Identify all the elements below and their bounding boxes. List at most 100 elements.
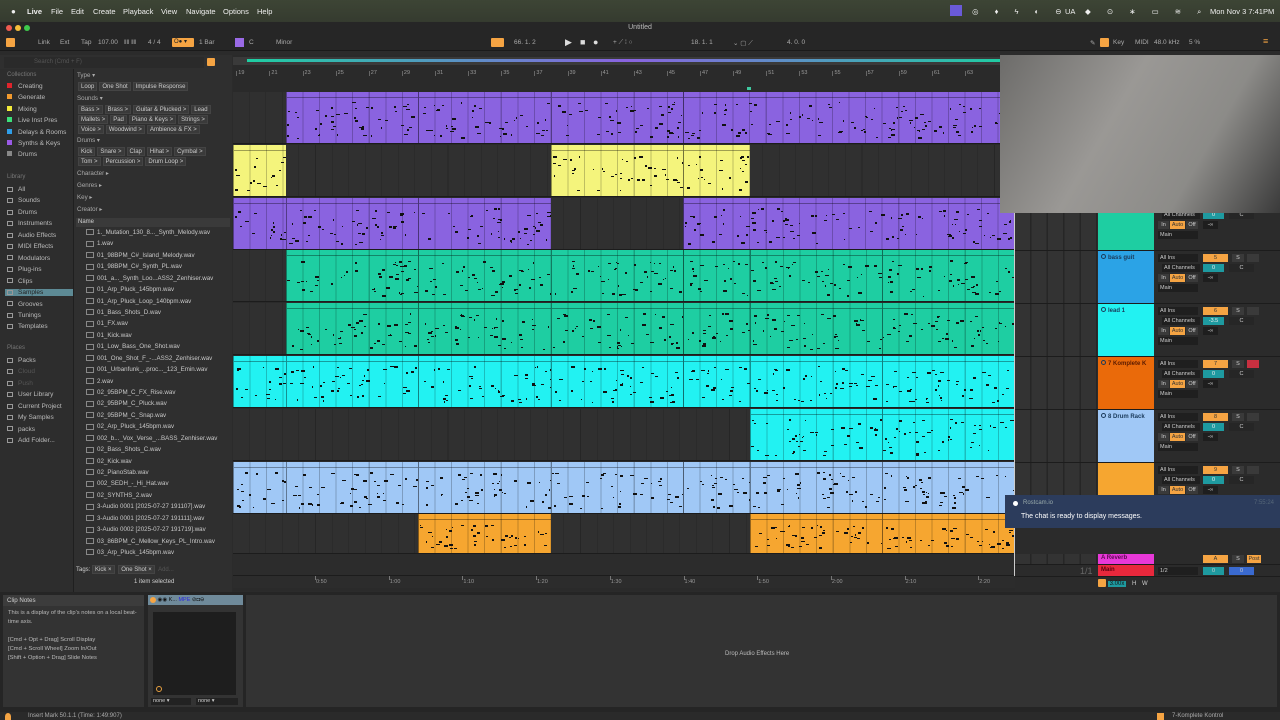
place-add-folder-[interactable]: Add Folder...	[7, 437, 55, 444]
pan-value[interactable]: 0	[1203, 370, 1224, 378]
ua-icon[interactable]: UA	[1065, 7, 1075, 16]
collection-delays-rooms[interactable]: Delays & Rooms	[7, 128, 66, 136]
menu-playback[interactable]: Playback	[123, 7, 153, 16]
clip-slots[interactable]	[1015, 304, 1098, 356]
midi-clip[interactable]	[683, 303, 750, 354]
library-all[interactable]: All	[7, 186, 25, 193]
pan-knob[interactable]: C	[1229, 423, 1254, 431]
file-item[interactable]: 02_95BPM_C_Pluck.wav	[86, 400, 167, 407]
track-lane[interactable]	[233, 92, 1015, 144]
place-packs[interactable]: Packs	[7, 357, 36, 364]
device-icons[interactable]: ◉◉	[158, 597, 168, 603]
filter-type[interactable]: Type ▾	[77, 72, 95, 79]
file-item[interactable]: 01_Arp_Pluck_145bpm.wav	[86, 286, 174, 293]
midi-clip[interactable]	[882, 356, 1015, 407]
apple-icon[interactable]: ●	[11, 7, 16, 16]
midi-clip[interactable]	[418, 514, 551, 553]
file-item[interactable]: 002_b..._Vox_Verse_...BASS_Zenhiser.wav	[86, 435, 217, 442]
place-user-library[interactable]: User Library	[7, 391, 53, 398]
metronome-button[interactable]: O● ▾	[172, 38, 194, 47]
place-packs[interactable]: packs	[7, 426, 35, 433]
monitor-off-button[interactable]: Off	[1186, 433, 1198, 441]
minimize-window-button[interactable]	[15, 25, 21, 31]
midi-clip[interactable]	[749, 250, 883, 301]
filter-tag[interactable]: Bass >	[78, 105, 103, 114]
filter-tag[interactable]: Tom >	[78, 157, 101, 166]
midi-clip[interactable]	[233, 356, 286, 407]
screen-share-icon[interactable]	[950, 5, 962, 16]
midi-clip[interactable]	[683, 145, 750, 196]
library-sounds[interactable]: Sounds	[7, 197, 40, 204]
filter-tag[interactable]: Loop	[78, 82, 98, 91]
pan-knob[interactable]: C	[1229, 264, 1254, 272]
place-cloud[interactable]: Cloud	[7, 368, 35, 375]
filter-tag[interactable]: Percussion >	[102, 157, 144, 166]
channel-select[interactable]: All Channels	[1162, 423, 1200, 431]
filter-tag[interactable]: Ambience & FX >	[146, 125, 200, 134]
monitor-in-button[interactable]: In	[1158, 380, 1169, 388]
track-lane[interactable]	[233, 198, 1015, 250]
midi-clip[interactable]	[683, 250, 750, 301]
file-item[interactable]: 002_SEDH_-_Hi_Hat.wav	[86, 480, 169, 487]
output-select[interactable]: Main	[1158, 390, 1198, 398]
file-item[interactable]: 01_Kick.wav	[86, 332, 132, 339]
filter-tag[interactable]: Impulse Response	[132, 82, 189, 91]
track-lane[interactable]	[233, 409, 1015, 461]
menu-view[interactable]: View	[161, 7, 177, 16]
monitor-auto-button[interactable]: Auto	[1170, 380, 1185, 388]
monitor-off-button[interactable]: Off	[1186, 221, 1198, 229]
midi-map-button[interactable]: MIDI	[1135, 39, 1149, 46]
monitor-auto-button[interactable]: Auto	[1170, 433, 1185, 441]
midi-clip[interactable]	[418, 303, 551, 354]
monitor-auto-button[interactable]: Auto	[1170, 327, 1185, 335]
midi-clip[interactable]	[285, 356, 419, 407]
midi-clip[interactable]	[683, 92, 1015, 143]
collection-creating[interactable]: Creating	[7, 83, 43, 90]
scale-mode-icon[interactable]	[235, 38, 244, 47]
main-header[interactable]: Main	[1098, 565, 1154, 576]
volume-field[interactable]: -∞	[1203, 486, 1218, 494]
quantize-select[interactable]: 1 Bar	[199, 39, 215, 46]
filter-tag[interactable]: Lead	[191, 105, 211, 114]
midi-clip[interactable]	[550, 462, 684, 513]
browser-toggle-icon[interactable]	[6, 38, 15, 47]
filter-tag[interactable]: Cymbal >	[174, 147, 206, 156]
track-fold-icon[interactable]	[1101, 307, 1106, 312]
zoom-window-button[interactable]	[24, 25, 30, 31]
ext-button[interactable]: Ext	[60, 39, 69, 46]
bar-ruler[interactable]: 19 21 23 25 27 29 31 33 35 37 39 41 43 45 47 49 51 53 55 57…	[233, 67, 1015, 92]
track-activator[interactable]: 8	[1203, 413, 1228, 421]
midi-clip[interactable]	[749, 409, 883, 460]
track-lane[interactable]	[233, 514, 1015, 554]
clock[interactable]: Mon Nov 3 7:41PM	[1210, 7, 1274, 16]
draw-mode-icon[interactable]: ✎	[1090, 39, 1095, 47]
file-item[interactable]: 02_Bass_Shots_C.wav	[86, 446, 161, 453]
status-icons[interactable]: ◎ ♦ ϟ ◐ ⊖	[972, 7, 1069, 16]
monitor-in-button[interactable]: In	[1158, 486, 1169, 494]
channel-select[interactable]: All Channels	[1162, 476, 1200, 484]
filter-genres[interactable]: Genres ▸	[77, 182, 102, 189]
file-item[interactable]: 01_Arp_Pluck_Loop_140bpm.wav	[86, 298, 191, 305]
track-activator[interactable]: 5	[1203, 254, 1228, 262]
midi-clip[interactable]	[882, 409, 1015, 460]
menu-help[interactable]: Help	[257, 7, 272, 16]
filter-creator[interactable]: Creator ▸	[77, 206, 102, 213]
volume-field[interactable]: -∞	[1203, 274, 1218, 282]
filter-sounds[interactable]: Sounds ▾	[77, 95, 103, 102]
file-list-header[interactable]: Name	[76, 218, 230, 227]
library-tunings[interactable]: Tunings	[7, 312, 41, 319]
midi-clip[interactable]	[550, 250, 684, 301]
midi-clip[interactable]	[882, 514, 1015, 553]
channel-select[interactable]: All Channels	[1162, 317, 1200, 325]
arm-button[interactable]	[1247, 360, 1259, 368]
monitor-auto-button[interactable]: Auto	[1170, 274, 1185, 282]
midi-clip[interactable]	[285, 462, 419, 513]
menu-options[interactable]: Options	[223, 7, 249, 16]
solo-button[interactable]: S	[1232, 254, 1244, 262]
device-power-icon[interactable]	[150, 596, 156, 603]
menu-create[interactable]: Create	[93, 7, 116, 16]
wifi-icon[interactable]: ◆ ⊙ ∗ ▭ ≋ ⌕	[1085, 7, 1208, 17]
clip-slots[interactable]	[1015, 410, 1098, 462]
nudge-icons[interactable]: ‖‖ ‖‖	[124, 39, 137, 46]
track-lane[interactable]	[233, 145, 1015, 197]
